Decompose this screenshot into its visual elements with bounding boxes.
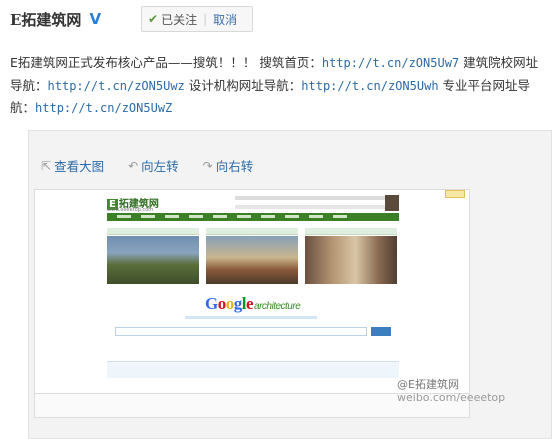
search-category-links xyxy=(185,316,317,319)
weibo-watermark: @E拓建筑网 weibo.com/eeeetop xyxy=(397,378,506,404)
view-large-label: 查看大图 xyxy=(54,159,105,174)
rotate-left-icon: ↶ xyxy=(128,158,139,173)
post-text-part: 设计机构网址导航： xyxy=(184,77,302,93)
post-header: E拓建筑网 V xyxy=(10,6,101,32)
post-text: E拓建筑网正式发布核心产品——搜筑！！！ 搜筑首页：http://t.cn/zO… xyxy=(10,52,550,120)
site-search-box xyxy=(115,327,367,336)
unfollow-button[interactable]: 取消 xyxy=(213,11,237,28)
site-nav-bar xyxy=(107,213,399,221)
follow-separator: | xyxy=(203,12,208,26)
rotate-left-label: 向左转 xyxy=(141,159,179,174)
post-link-home[interactable]: http://t.cn/zON5Uw7 xyxy=(322,56,459,70)
view-large-button[interactable]: ⇱ 查看大图 xyxy=(41,156,104,175)
check-icon: ✔ xyxy=(148,12,159,26)
expand-icon: ⇱ xyxy=(41,158,52,173)
username[interactable]: E拓建筑网 xyxy=(10,9,81,30)
post-link-platforms[interactable]: http://t.cn/zON5UwZ xyxy=(35,101,172,115)
google-architecture-logo: Googlearchitecture xyxy=(205,294,301,313)
followed-label: 已关注 xyxy=(161,12,198,27)
site-top-info xyxy=(235,205,393,209)
post-link-schools[interactable]: http://t.cn/zON5Uwz xyxy=(48,79,185,93)
feature-column-communication xyxy=(305,228,397,284)
feature-column-education xyxy=(107,228,199,284)
rotate-left-button[interactable]: ↶ 向左转 xyxy=(128,156,179,175)
feature-column-practice xyxy=(206,228,298,284)
post-text-part: E拓建筑网正式发布核心产品——搜筑！！！ 搜筑首页： xyxy=(10,55,322,70)
person-photo xyxy=(385,195,399,211)
rotate-right-button[interactable]: ↷ 向右转 xyxy=(203,156,254,175)
rotate-right-icon: ↷ xyxy=(202,158,213,173)
rotate-right-label: 向右转 xyxy=(215,159,254,174)
site-top-links xyxy=(235,196,393,200)
verified-v-icon: V xyxy=(89,10,102,28)
corner-tag xyxy=(445,190,465,198)
post-link-design-firms[interactable]: http://t.cn/zON5Uwh xyxy=(301,79,438,93)
follow-status-control: ✔ 已关注 | 取消 xyxy=(141,6,253,32)
media-box: ⇱ 查看大图 ↶ 向左转 ↷ 向右转 E 拓建筑网 www.eeeetop.com… xyxy=(28,130,552,439)
site-intro-block xyxy=(107,361,399,378)
media-toolbar: ⇱ 查看大图 ↶ 向左转 ↷ 向右转 xyxy=(41,156,277,175)
site-search-button xyxy=(371,327,391,336)
